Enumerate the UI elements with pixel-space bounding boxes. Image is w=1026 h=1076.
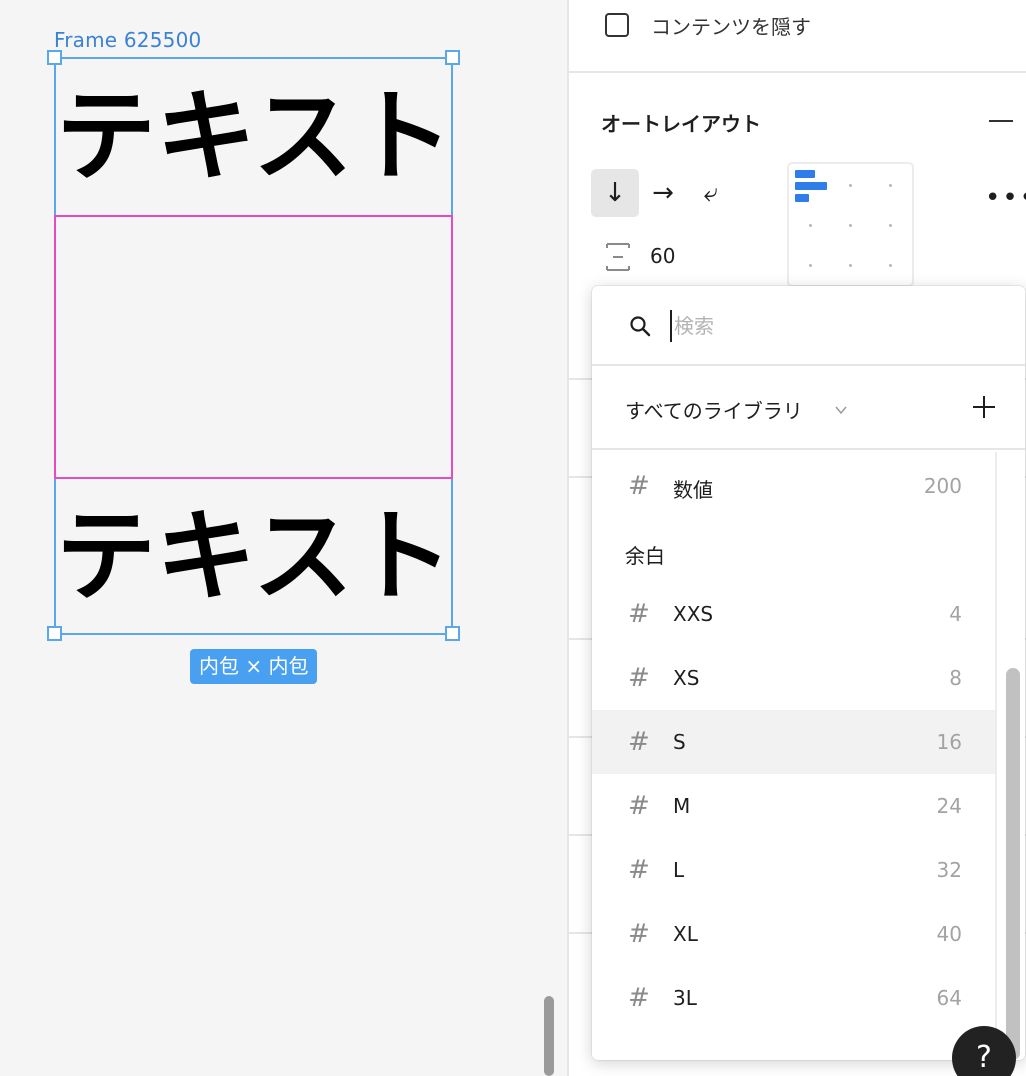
chevron-down-icon[interactable] [835, 404, 847, 416]
auto-layout-title: オートレイアウト [601, 112, 761, 136]
arrow-down-icon: ↓ [604, 178, 626, 208]
alignment-indicator-bar [795, 182, 827, 190]
variable-item-xs[interactable]: # XS 8 [592, 646, 995, 710]
variable-value: 8 [949, 666, 962, 690]
variable-item-s[interactable]: # S 16 [592, 710, 995, 774]
variable-name: XS [673, 666, 700, 690]
variable-item-xxs[interactable]: # XXS 4 [592, 582, 995, 646]
number-variable-icon: # [628, 663, 650, 693]
number-variable-icon: # [628, 983, 650, 1013]
direction-horizontal-button[interactable]: → [639, 169, 687, 217]
search-icon [630, 316, 651, 337]
alignment-indicator-bar [795, 194, 809, 202]
text-layer-bottom[interactable]: テキスト [56, 479, 451, 635]
resize-handle-bottom-left[interactable] [47, 626, 62, 641]
alignment-dot[interactable] [849, 224, 852, 227]
variable-list-scrollbar[interactable] [995, 452, 1025, 1060]
search-row [592, 286, 1025, 366]
hide-content-label: コンテンツを隠す [651, 14, 811, 39]
variable-item-xl[interactable]: # XL 40 [592, 902, 995, 966]
variable-item-m[interactable]: # M 24 [592, 774, 995, 838]
variable-value: 200 [923, 474, 962, 498]
alignment-dot[interactable] [849, 184, 852, 187]
variable-name: XXS [673, 602, 714, 626]
plus-icon[interactable] [972, 395, 996, 419]
library-filter-row[interactable]: すべてのライブラリ [592, 368, 1025, 450]
number-variable-icon: # [628, 727, 650, 757]
vertical-gap-icon [606, 243, 630, 271]
alignment-dot[interactable] [889, 184, 892, 187]
alignment-dot[interactable] [889, 264, 892, 267]
variable-value: 16 [936, 730, 962, 754]
variable-name: 数値 [673, 478, 713, 502]
size-badge: 内包 × 内包 [190, 649, 318, 684]
variable-item-3l[interactable]: # 3L 64 [592, 966, 995, 1030]
inner-rectangle-layer[interactable] [54, 215, 453, 479]
hide-content-checkbox[interactable] [605, 13, 629, 37]
direction-wrap-button[interactable]: ⤶ [687, 169, 735, 217]
variable-name: 3L [673, 986, 697, 1010]
variable-item-suuchi[interactable]: # 数値 200 [592, 454, 995, 518]
remove-auto-layout-icon[interactable] [989, 120, 1013, 122]
alignment-dot[interactable] [809, 224, 812, 227]
variable-list-scroll-thumb[interactable] [1006, 668, 1020, 1060]
alignment-grid[interactable] [787, 162, 914, 287]
text-layer-top[interactable]: テキスト [56, 59, 451, 215]
frame-name-label[interactable]: Frame 625500 [54, 28, 201, 52]
resize-handle-top-left[interactable] [47, 50, 62, 65]
number-variable-icon: # [628, 791, 650, 821]
wrap-icon: ⤶ [703, 177, 719, 208]
arrow-right-icon: → [652, 178, 674, 208]
variable-name: S [673, 730, 686, 754]
alignment-indicator-bar [795, 170, 815, 178]
alignment-dot[interactable] [849, 264, 852, 267]
variable-group-yohaku: 余白 [625, 544, 665, 568]
number-variable-icon: # [628, 471, 650, 501]
variable-item-l[interactable]: # L 32 [592, 838, 995, 902]
variable-name: XL [673, 922, 698, 946]
variable-value: 64 [936, 986, 962, 1010]
selected-frame[interactable]: テキスト テキスト [47, 50, 460, 641]
direction-vertical-button[interactable]: ↓ [591, 169, 639, 217]
gap-value-field[interactable]: 60 [650, 244, 675, 268]
variable-value: 24 [936, 794, 962, 818]
variable-list: # 数値 200 余白 # XXS 4 # XS 8 # S 16 # M 24… [592, 452, 995, 1060]
variable-picker-popover: すべてのライブラリ # 数値 200 余白 # XXS 4 [592, 286, 1025, 1060]
variable-value: 40 [936, 922, 962, 946]
canvas-scrollbar[interactable] [544, 996, 554, 1076]
variable-value: 32 [936, 858, 962, 882]
section-divider [569, 71, 1026, 73]
number-variable-icon: # [628, 919, 650, 949]
search-input[interactable] [670, 310, 990, 342]
library-filter-label[interactable]: すべてのライブラリ [625, 395, 803, 424]
variable-value: 4 [949, 602, 962, 626]
variable-name: L [673, 858, 685, 882]
number-variable-icon: # [628, 599, 650, 629]
alignment-dot[interactable] [809, 264, 812, 267]
hide-content-row[interactable]: コンテンツを隠す [605, 12, 811, 39]
more-options-icon[interactable]: ••• [985, 183, 1026, 213]
variable-name: M [673, 794, 691, 818]
resize-handle-top-right[interactable] [445, 50, 460, 65]
number-variable-icon: # [628, 855, 650, 885]
resize-handle-bottom-right[interactable] [445, 626, 460, 641]
design-canvas[interactable]: Frame 625500 テキスト テキスト 内包 × 内包 [0, 0, 567, 1076]
alignment-dot[interactable] [889, 224, 892, 227]
